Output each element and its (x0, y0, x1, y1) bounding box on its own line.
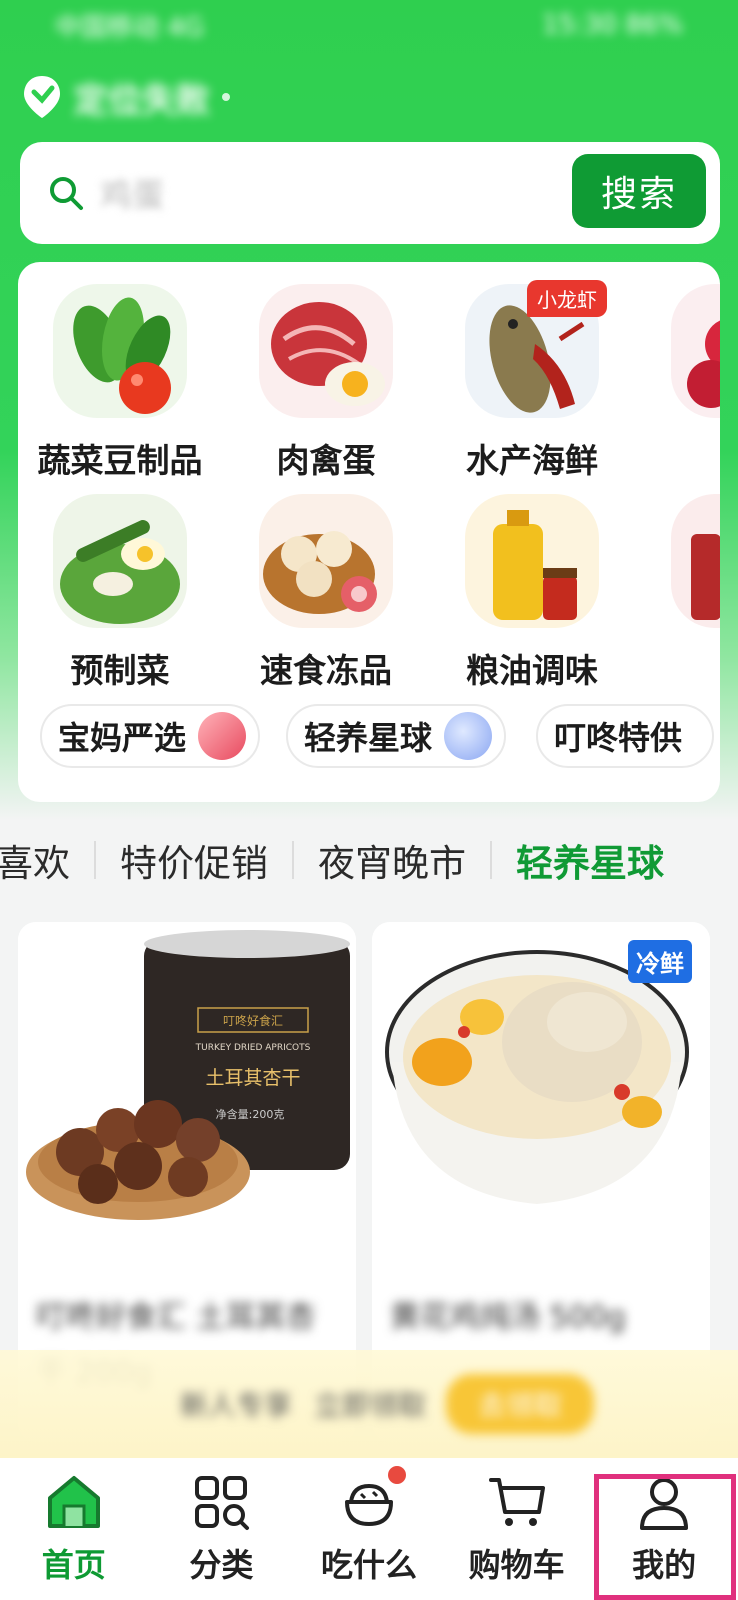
seafood-image: 小龙虾 (465, 280, 607, 418)
category-prepared-dishes[interactable]: 预制菜 (20, 494, 220, 692)
liquor-image (671, 494, 720, 628)
highlight-annotation (594, 1474, 736, 1600)
product-title: 黄花鸡炖汤 500g (390, 1300, 626, 1335)
package-product-name: 土耳其杏干 (205, 1067, 300, 1089)
location-selector[interactable]: 定位失败 (22, 72, 230, 122)
category-meat-eggs[interactable]: 肉禽蛋 (226, 284, 426, 482)
location-label: 定位失败 (74, 80, 210, 121)
vegetables-image (53, 284, 187, 418)
tab-favorites[interactable]: 喜欢 (0, 833, 70, 887)
promo-claim-button[interactable]: 去领取 (446, 1374, 595, 1434)
carrier-text: 中国移动 4G (55, 12, 204, 43)
category-label: 预制菜 (70, 651, 170, 690)
tab-special-offers[interactable]: 特价促销 (120, 833, 268, 887)
nav-cart[interactable]: 购物车 (452, 1472, 582, 1586)
cart-icon (488, 1478, 545, 1526)
category-label: 水产海鲜 (466, 441, 598, 480)
nav-what-to-eat[interactable]: 吃什么 (304, 1466, 434, 1586)
category-panel: 蔬菜豆制品 肉禽蛋 小龙虾 水产海鲜 预制菜 速食冻品 粮油调味 宝妈严选 轻养… (18, 262, 720, 802)
frozen-food-image (259, 494, 393, 628)
category-grain-oil[interactable]: 粮油调味 (432, 494, 632, 692)
chilled-badge: 冷鲜 (628, 940, 692, 983)
category-fruit[interactable]: 水 (638, 284, 720, 482)
mother-avatar-icon (198, 712, 247, 760)
category-liquor[interactable]: 酒 (638, 494, 720, 692)
meat-image (259, 284, 393, 418)
fruit-image (671, 284, 720, 418)
pill-label: 轻养星球 (304, 719, 433, 757)
category-grid-icon (195, 1476, 250, 1530)
category-badge: 小龙虾 (527, 280, 607, 317)
location-pin-icon (24, 76, 60, 118)
category-frozen-food[interactable]: 速食冻品 (226, 494, 426, 692)
package-brand: 叮咚好食汇 (223, 1013, 283, 1028)
nav-label: 首页 (41, 1546, 106, 1584)
tab-late-night[interactable]: 夜宵晚市 (318, 833, 466, 887)
promo-text: 新人专享 (180, 1389, 293, 1422)
status-icons-text: 15:30 86% (542, 10, 683, 40)
category-label: 粮油调味 (466, 651, 598, 690)
notification-dot (387, 1466, 406, 1484)
tab-divider (94, 841, 96, 879)
tab-divider (292, 841, 294, 879)
promo-banner[interactable]: 新人专享 立即领取 去领取 (0, 1350, 738, 1458)
tab-light-planet[interactable]: 轻养星球 (516, 833, 664, 887)
tab-divider (490, 841, 492, 879)
category-label: 酒 (638, 644, 720, 692)
category-label: 速食冻品 (260, 651, 392, 690)
planet-icon (444, 712, 493, 760)
pill-baoma-select[interactable]: 宝妈严选 (40, 704, 261, 768)
status-bar: 中国移动 4G 15:30 86% (0, 0, 738, 50)
prepared-dishes-image (53, 494, 187, 628)
home-icon (47, 1476, 100, 1528)
dried-apricot-product-image: 叮咚好食汇 TURKEY DRIED APRICOTS 土耳其杏干 净含量:20… (18, 922, 356, 1262)
search-button[interactable]: 搜索 (572, 154, 706, 228)
grain-oil-image (465, 494, 599, 628)
pill-light-planet[interactable]: 轻养星球 (286, 704, 507, 768)
nav-category[interactable]: 分类 (156, 1472, 286, 1586)
search-icon (50, 177, 83, 210)
pill-label: 叮咚特供 (554, 719, 683, 757)
location-arrow-icon (222, 93, 230, 101)
pill-dingdong-special[interactable]: 叮咚特供 (536, 704, 715, 768)
category-label: 肉禽蛋 (276, 441, 376, 480)
search-input[interactable]: 鸡蛋 (100, 170, 164, 216)
category-seafood[interactable]: 小龙虾 水产海鲜 (432, 280, 632, 482)
category-label: 蔬菜豆制品 (37, 441, 203, 480)
nav-label: 购物车 (468, 1546, 565, 1584)
category-vegetables[interactable]: 蔬菜豆制品 (20, 284, 220, 482)
feed-tabs: 喜欢 特价促销 夜宵晚市 轻养星球 (0, 820, 738, 900)
package-weight: 净含量:200克 (216, 1107, 285, 1121)
promo-text: 立即领取 (314, 1389, 427, 1422)
category-label: 水 (638, 434, 720, 482)
nav-label: 分类 (189, 1546, 254, 1584)
package-english-name: TURKEY DRIED APRICOTS (195, 1043, 311, 1053)
search-bar[interactable]: 鸡蛋 搜索 (20, 142, 720, 244)
nav-label: 吃什么 (320, 1546, 417, 1584)
nav-home[interactable]: 首页 (9, 1472, 139, 1586)
pill-label: 宝妈严选 (58, 719, 187, 757)
